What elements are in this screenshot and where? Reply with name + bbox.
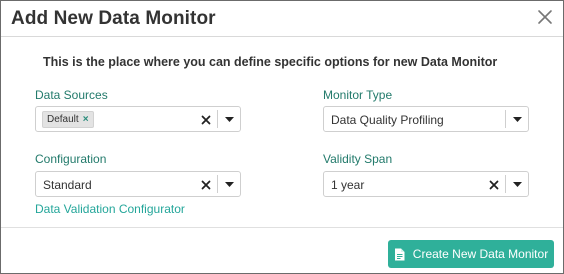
- clear-icon[interactable]: [488, 178, 500, 190]
- footer-divider: [1, 227, 563, 228]
- validity-span-value: 1 year: [331, 178, 365, 192]
- dialog-title: Add New Data Monitor: [11, 8, 216, 29]
- clear-icon[interactable]: [200, 178, 212, 190]
- validity-span-label: Validity Span: [323, 152, 393, 166]
- configuration-label: Configuration: [35, 152, 107, 166]
- configuration-value: Standard: [43, 178, 92, 192]
- close-button[interactable]: [535, 7, 555, 27]
- create-data-monitor-button[interactable]: Create New Data Monitor: [388, 240, 554, 268]
- configuration-select[interactable]: Standard: [35, 171, 241, 197]
- data-validation-configurator-link[interactable]: Data Validation Configurator: [35, 202, 185, 216]
- monitor-type-select[interactable]: Data Quality Profiling: [323, 106, 529, 132]
- document-icon: [394, 248, 405, 260]
- chip-remove-icon[interactable]: ×: [83, 112, 89, 127]
- clear-icon[interactable]: [200, 113, 212, 125]
- data-source-chip: Default ×: [42, 111, 94, 128]
- create-button-label: Create New Data Monitor: [412, 247, 549, 261]
- chevron-down-icon[interactable]: [506, 107, 528, 131]
- monitor-type-label: Monitor Type: [323, 88, 393, 102]
- close-icon: [538, 10, 552, 24]
- chevron-down-icon[interactable]: [218, 107, 240, 131]
- chevron-down-icon[interactable]: [506, 172, 528, 196]
- data-sources-select[interactable]: Default ×: [35, 106, 241, 132]
- monitor-type-value: Data Quality Profiling: [331, 113, 444, 127]
- dialog-intro: This is the place where you can define s…: [43, 55, 498, 69]
- add-data-monitor-dialog: Add New Data Monitor This is the place w…: [0, 0, 564, 274]
- chevron-down-icon[interactable]: [218, 172, 240, 196]
- dialog-header: Add New Data Monitor: [1, 1, 563, 37]
- validity-span-select[interactable]: 1 year: [323, 171, 529, 197]
- chip-label: Default: [47, 114, 79, 125]
- data-sources-label: Data Sources: [35, 88, 108, 102]
